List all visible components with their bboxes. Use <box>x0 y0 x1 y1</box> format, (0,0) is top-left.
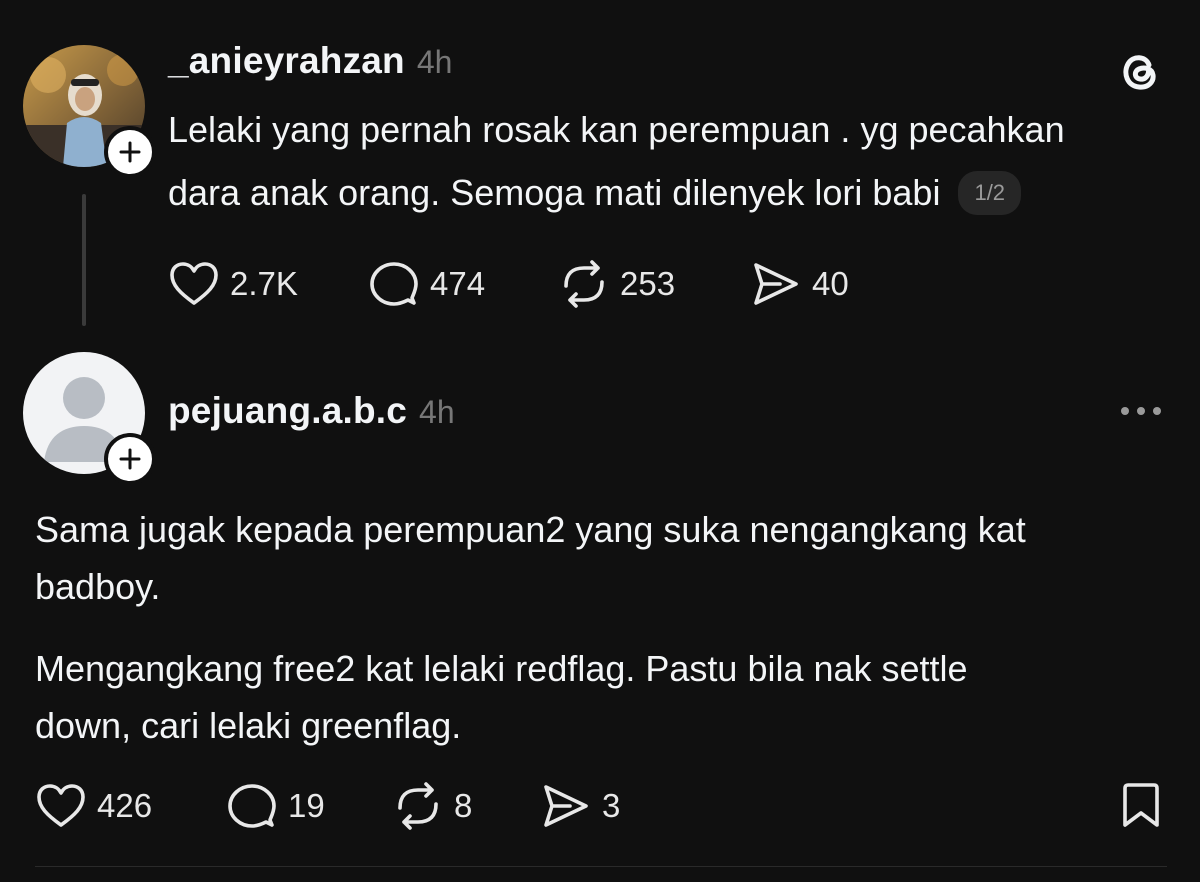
post-time: 4h <box>419 394 455 430</box>
repost-count: 253 <box>620 265 676 302</box>
reply-button[interactable]: 19 <box>226 782 325 830</box>
comment-icon <box>368 260 420 308</box>
like-button[interactable]: 2.7K <box>168 260 298 308</box>
send-icon <box>750 260 802 308</box>
share-count: 3 <box>602 787 621 824</box>
post-1-text-line-1: Lelaki yang pernah rosak kan perempuan .… <box>168 109 1065 150</box>
follow-button-pejuang[interactable] <box>104 433 156 485</box>
reply-count: 19 <box>288 787 325 824</box>
like-count: 2.7K <box>230 265 298 302</box>
like-count: 426 <box>97 787 153 824</box>
repost-count: 8 <box>454 787 473 824</box>
share-button[interactable]: 3 <box>540 782 620 830</box>
post-1-text-line-2-row: dara anak orang. Semoga mati dilenyek lo… <box>168 160 1022 226</box>
post-time: 4h <box>416 44 453 80</box>
more-options-icon[interactable] <box>1116 396 1166 426</box>
post-1-text-line-2: dara anak orang. Semoga mati dilenyek lo… <box>168 172 941 213</box>
post-2-paragraph-2-line-2: down, cari lelaki greenflag. <box>35 705 462 746</box>
page-indicator-pill: 1/2 <box>958 171 1022 215</box>
post-2-header: pejuang.a.b.c 4h <box>168 390 455 432</box>
repost-icon <box>558 260 610 308</box>
share-count: 40 <box>812 265 849 302</box>
share-button[interactable]: 40 <box>750 260 849 308</box>
post-2-paragraph-1-line-1: Sama jugak kepada perempuan2 yang suka n… <box>35 509 1026 550</box>
follow-button-anieyrahzan[interactable] <box>104 126 156 178</box>
comment-icon <box>226 782 278 830</box>
thread-connector-line <box>82 194 86 326</box>
heart-icon <box>168 260 220 308</box>
repost-icon <box>392 782 444 830</box>
threads-logo-icon[interactable] <box>1114 46 1166 98</box>
post-divider <box>35 866 1167 867</box>
send-icon <box>540 782 592 830</box>
bookmark-icon[interactable] <box>1118 780 1164 830</box>
plus-icon <box>119 448 141 470</box>
post-1-header: _anieyrahzan 4h <box>168 40 452 82</box>
plus-icon <box>119 141 141 163</box>
reply-button[interactable]: 474 <box>368 260 485 308</box>
repost-button[interactable]: 253 <box>558 260 675 308</box>
heart-icon <box>35 782 87 830</box>
post-2-paragraph-1-line-2: badboy. <box>35 566 161 607</box>
username[interactable]: pejuang.a.b.c <box>168 390 407 432</box>
reply-count: 474 <box>430 265 486 302</box>
like-button[interactable]: 426 <box>35 782 152 830</box>
repost-button[interactable]: 8 <box>392 782 472 830</box>
username[interactable]: _anieyrahzan <box>168 40 405 82</box>
